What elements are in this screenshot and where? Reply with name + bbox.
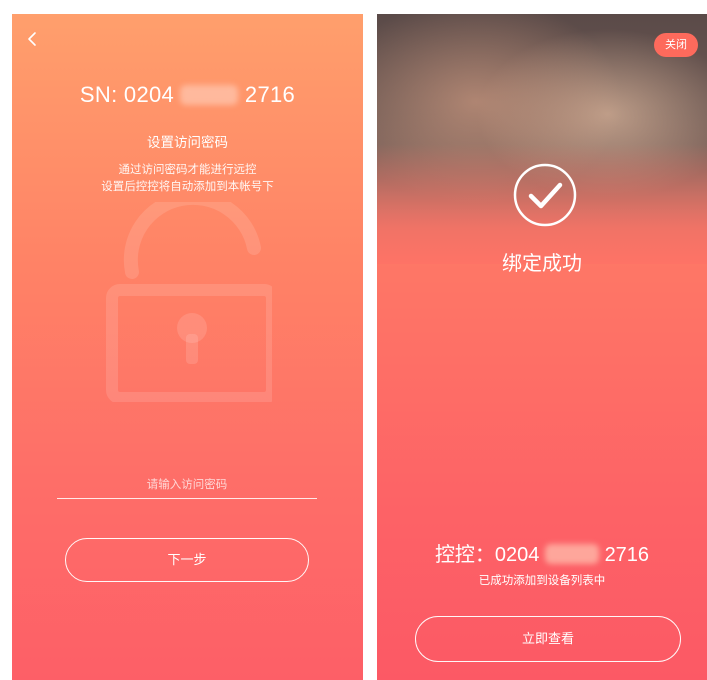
serial-number-redacted <box>180 85 239 105</box>
bind-success-screen: 关闭 绑定成功 控控：0204 2716 已成功添加到设备列表中 立即查看 <box>377 14 707 680</box>
back-arrow-icon[interactable] <box>26 31 38 47</box>
view-now-button[interactable]: 立即查看 <box>415 616 681 662</box>
device-id-suffix: 2716 <box>604 544 650 566</box>
check-circle-icon <box>513 163 577 227</box>
serial-number-prefix: SN: 0204 <box>79 82 175 107</box>
device-id: 控控：0204 2716 <box>377 538 707 567</box>
bind-success-title: 绑定成功 <box>502 251 582 275</box>
close-button[interactable]: 关闭 <box>654 33 698 57</box>
device-id-redacted <box>545 544 599 564</box>
set-password-screen: SN: 0204 2716 设置访问密码 通过访问密码才能进行远控 设置后控控将… <box>12 14 363 680</box>
description-line-2: 设置后控控将自动添加到本帐号下 <box>101 179 274 193</box>
serial-number-suffix: 2716 <box>244 82 296 107</box>
serial-number: SN: 0204 2716 <box>12 82 363 108</box>
description: 通过访问密码才能进行远控 设置后控控将自动添加到本帐号下 <box>12 161 363 195</box>
unlocked-padlock-icon <box>106 202 272 402</box>
added-message: 已成功添加到设备列表中 <box>478 573 606 587</box>
device-id-prefix: 控控：0204 <box>434 544 540 566</box>
page-title: 设置访问密码 <box>147 135 228 151</box>
next-step-button[interactable]: 下一步 <box>65 538 309 582</box>
password-input[interactable] <box>57 470 317 499</box>
description-line-1: 通过访问密码才能进行远控 <box>118 162 257 176</box>
